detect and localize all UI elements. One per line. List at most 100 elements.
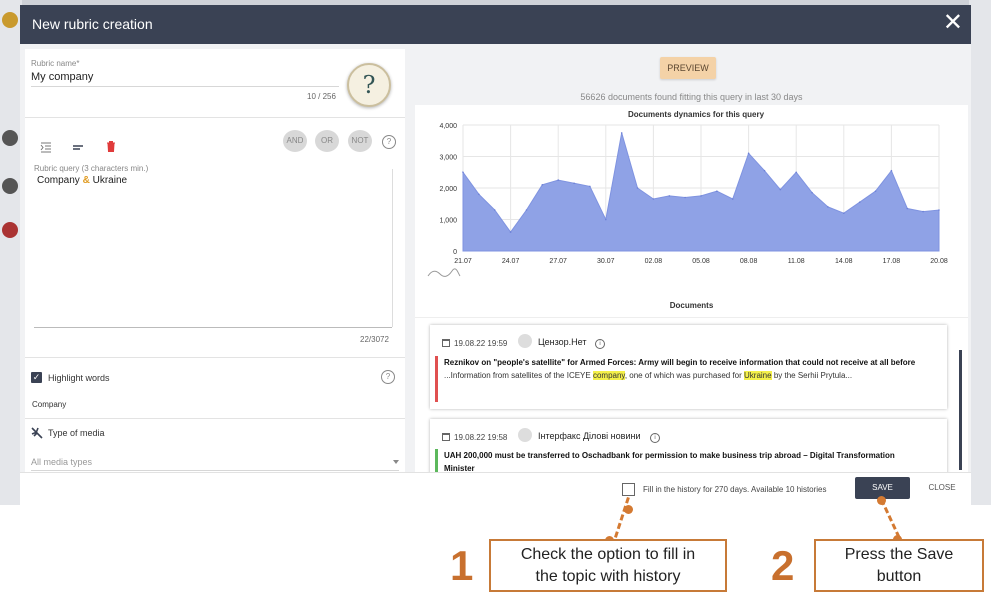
document-headline[interactable]: Reznikov on "people's satellite" for Arm… — [444, 358, 915, 367]
chart-data-point[interactable] — [573, 182, 575, 185]
query-scrollbar[interactable] — [392, 169, 393, 327]
chart-data-point[interactable] — [731, 198, 734, 200]
chart-x-tick-label: 27.07 — [549, 258, 567, 265]
chart-data-point[interactable] — [652, 198, 655, 200]
chart-x-tick-label: 02.08 — [645, 258, 663, 265]
info-icon[interactable]: i — [650, 433, 660, 443]
chart-data-point[interactable] — [779, 188, 782, 191]
media-type-select[interactable]: All media types — [31, 457, 92, 467]
chart-data-point[interactable] — [763, 169, 766, 172]
calendar-icon — [442, 339, 450, 347]
chart-data-point[interactable] — [906, 207, 909, 210]
query-underline — [34, 327, 392, 328]
chart-data-point[interactable] — [589, 185, 591, 188]
divider — [25, 418, 405, 419]
rubric-name-input[interactable]: My company — [31, 71, 93, 83]
delete-icon[interactable] — [105, 140, 117, 152]
highlight-words-value[interactable]: Company — [32, 400, 66, 409]
chart-data-point[interactable] — [795, 171, 797, 174]
documents-panel: Documents 19.08.22 19:59 Цензор.Нет i Re… — [415, 295, 968, 473]
history-label: Fill in the history for 270 days. Availa… — [643, 485, 827, 494]
help-icon[interactable]: ? — [381, 370, 395, 384]
chart-x-tick-label: 20.08 — [930, 258, 948, 265]
indent-icon[interactable] — [40, 141, 52, 153]
chart-data-point[interactable] — [478, 193, 480, 196]
chart-data-point[interactable] — [858, 201, 861, 203]
help-avatar-icon[interactable]: ? — [347, 63, 391, 107]
chart-x-tick-label: 24.07 — [502, 258, 520, 265]
chart-x-tick-label: 08.08 — [740, 258, 758, 265]
chart-y-tick-label: 3,000 — [439, 155, 457, 162]
chart-data-point[interactable] — [890, 169, 893, 172]
chart-data-point[interactable] — [827, 206, 829, 208]
source-icon — [518, 334, 532, 348]
info-icon[interactable]: i — [595, 339, 605, 349]
chart-data-point[interactable] — [747, 152, 750, 155]
chart-data-point[interactable] — [922, 210, 924, 213]
and-operator-button[interactable]: AND — [283, 130, 307, 152]
chart-zoom-icon[interactable] — [427, 268, 461, 278]
chart-x-tick-label: 17.08 — [883, 258, 901, 265]
documents-title: Documents — [669, 301, 714, 310]
chart-x-tick-label: 30.07 — [597, 258, 615, 265]
chevron-down-icon[interactable] — [393, 460, 399, 464]
dialog-title: New rubric creation — [32, 16, 153, 32]
close-button[interactable]: CLOSE — [920, 477, 964, 499]
help-icon[interactable]: ? — [382, 135, 396, 149]
highlight-words-checkbox[interactable]: ✓ — [31, 372, 42, 383]
document-item[interactable]: 19.08.22 19:58 Інтерфакс Ділові новини i… — [430, 419, 947, 473]
dialog-header: New rubric creation ✕ — [20, 5, 971, 44]
format-icon[interactable] — [72, 141, 84, 153]
chart-data-point[interactable] — [541, 184, 544, 186]
documents-found-text: 56626 documents found fitting this query… — [580, 92, 803, 102]
divider — [25, 357, 405, 358]
callout-text: Press the Save — [844, 545, 954, 563]
chart-y-tick-label: 2,000 — [439, 186, 457, 193]
document-date: 19.08.22 19:59 — [454, 339, 508, 348]
satellite-icon — [31, 427, 43, 439]
chart-data-point[interactable] — [605, 218, 607, 221]
document-date: 19.08.22 19:58 — [454, 433, 508, 442]
document-snippet: ...Information from satellites of the IC… — [444, 371, 853, 380]
chart-data-point[interactable] — [509, 231, 512, 233]
close-icon[interactable]: ✕ — [943, 10, 963, 36]
document-item[interactable]: 19.08.22 19:59 Цензор.Нет i Reznikov on … — [430, 325, 947, 409]
chart-y-tick-label: 4,000 — [439, 123, 457, 130]
callout-text: the topic with history — [535, 567, 681, 585]
or-operator-button[interactable]: OR — [315, 130, 339, 152]
chart-data-point[interactable] — [525, 209, 528, 211]
chart-y-tick-label: 0 — [453, 249, 457, 256]
chart-data-point[interactable] — [462, 171, 464, 174]
document-source[interactable]: Інтерфакс Ділові новини — [538, 431, 640, 441]
chart-data-point[interactable] — [620, 132, 623, 134]
chart-data-point[interactable] — [493, 209, 496, 211]
document-headline[interactable]: UAH 200,000 must be transferred to Oscha… — [444, 451, 895, 460]
history-checkbox[interactable] — [622, 483, 635, 496]
highlight-words-label: Highlight words — [48, 373, 110, 383]
query-input[interactable]: Company & Ukraine — [37, 175, 127, 186]
background-logo-icon — [2, 12, 18, 28]
chart-data-point[interactable] — [668, 195, 671, 197]
rubric-form: Rubric name* My company 10 / 256 ? AND O… — [25, 49, 405, 472]
chart-data-point[interactable] — [716, 190, 718, 192]
calendar-icon — [442, 433, 450, 441]
chart-title: Documents dynamics for this query — [628, 110, 765, 119]
query-label: Rubric query (3 characters min.) — [34, 164, 149, 173]
chart-data-point[interactable] — [684, 196, 686, 199]
chart-data-point[interactable] — [811, 191, 813, 194]
chart-data-point[interactable] — [557, 179, 559, 181]
media-type-label: Type of media — [48, 428, 105, 438]
rubric-name-label: Rubric name* — [31, 59, 80, 68]
callout-text: button — [876, 567, 922, 585]
document-source[interactable]: Цензор.Нет — [538, 337, 587, 347]
preview-button[interactable]: PREVIEW — [660, 57, 716, 79]
not-operator-button[interactable]: NOT — [348, 130, 372, 152]
chart-data-point[interactable] — [874, 190, 877, 192]
chart-data-point[interactable] — [636, 187, 639, 189]
chart-data-point[interactable] — [843, 212, 845, 214]
chart-data-point[interactable] — [938, 209, 940, 211]
background-avatar-icon — [2, 130, 18, 146]
documents-scrollbar[interactable] — [959, 350, 962, 470]
chart-data-point[interactable] — [700, 195, 702, 197]
step-number: 2 — [771, 542, 795, 589]
